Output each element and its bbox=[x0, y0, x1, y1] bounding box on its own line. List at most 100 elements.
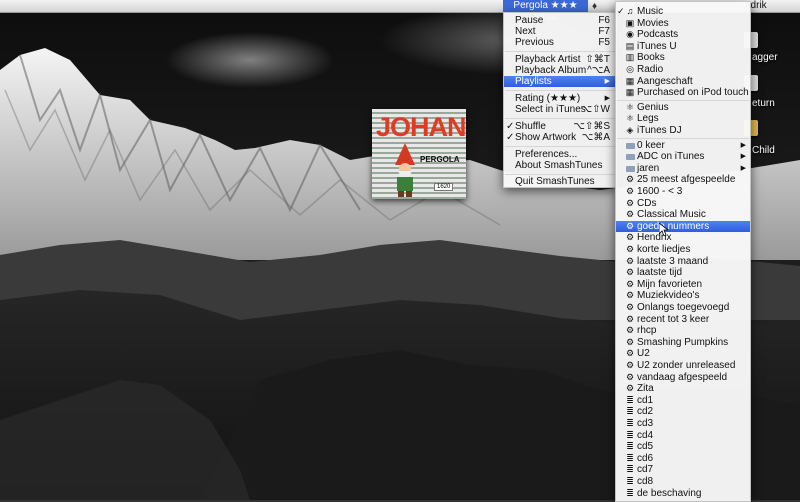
submenu-arrow-icon: ▶ bbox=[604, 95, 610, 102]
smart-playlist-icon: ⚙ bbox=[625, 302, 635, 312]
playlist-item-label: Mijn favorieten bbox=[637, 278, 703, 290]
smart-playlist-icon: ⚙ bbox=[625, 267, 635, 278]
playlist-item[interactable]: ⚙ Smashing Pumpkins bbox=[616, 337, 750, 349]
menu-separator bbox=[505, 146, 615, 147]
genius-icon: ⚛ bbox=[625, 113, 635, 124]
playlist-item-label: 0 keer bbox=[637, 139, 665, 151]
playlist-item[interactable]: ⚙ Muziekvideo's bbox=[616, 290, 750, 302]
playlist-item-label: cd4 bbox=[637, 429, 654, 441]
playlist-item-label: Classical Music bbox=[637, 209, 706, 221]
playlist-item[interactable]: ⚛ Legs bbox=[616, 113, 750, 125]
playlist-item-label: Aangeschaft bbox=[637, 75, 693, 87]
smart-playlist-icon: ⚙ bbox=[625, 313, 635, 324]
playlist-item-label: cd8 bbox=[637, 476, 654, 487]
playlist-item[interactable]: ≣ cd7 bbox=[616, 464, 750, 476]
smart-playlist-icon: ⚙ bbox=[625, 186, 635, 196]
playlist-item-label: vandaag afgespeeld bbox=[637, 371, 728, 383]
checkmark-icon: ✓ bbox=[506, 132, 515, 143]
playlist-item[interactable]: ⚙ U2 bbox=[616, 348, 750, 360]
playlist-item[interactable]: ⚙ goede nummers bbox=[616, 220, 750, 233]
playlist-item[interactable]: ◎ Radio bbox=[616, 64, 750, 76]
playlist-item[interactable]: ⚙ U2 zonder unreleased bbox=[616, 360, 750, 372]
playlist-item-label: cd2 bbox=[637, 406, 654, 418]
playlist-item[interactable]: ⚙ Zita bbox=[616, 383, 750, 395]
playlist-item[interactable]: ◈ iTunes DJ bbox=[616, 125, 750, 137]
playlist-item[interactable]: ▦ Aangeschaft bbox=[616, 76, 750, 88]
playlist-icon: ≣ bbox=[626, 452, 634, 463]
playlist-item[interactable]: ≣ cd5 bbox=[616, 441, 750, 453]
menu-item-playback-artist[interactable]: Playback Artist ⇧⌘T bbox=[504, 54, 616, 65]
playlist-item[interactable]: ≣ cd3 bbox=[616, 418, 750, 430]
smart-playlist-icon: ⚙ bbox=[625, 197, 635, 208]
menu-item-playback-album[interactable]: Playback Album ^⌥A bbox=[504, 65, 616, 76]
playlist-item[interactable]: ADC on iTunes ▶ bbox=[616, 151, 750, 163]
playlist-item[interactable]: ⚙ vandaag afgespeeld bbox=[616, 372, 750, 384]
smart-playlist-icon: ⚙ bbox=[625, 348, 635, 359]
playlist-item-label: Muziekvideo's bbox=[637, 290, 700, 302]
playlist-item[interactable]: ⚙ laatste tijd bbox=[616, 267, 750, 279]
smart-playlist-icon: ⚙ bbox=[625, 255, 635, 266]
playlist-item[interactable]: ⚙ CDs bbox=[616, 198, 750, 210]
smart-playlist-icon: ⚙ bbox=[625, 383, 635, 394]
playlist-item[interactable]: ▤ iTunes U bbox=[616, 41, 750, 53]
garden-gnome-image bbox=[395, 143, 415, 197]
playlist-item[interactable]: ✓ ♫ Music bbox=[616, 6, 750, 18]
menu-item-show-artwork[interactable]: ✓ Show Artwork ⌥⌘A bbox=[504, 132, 616, 143]
smashtunes-status-item[interactable]: Pergola ★★★ Johan bbox=[503, 0, 588, 23]
playlist-item[interactable]: jaren ▶ bbox=[616, 163, 750, 175]
menu-separator bbox=[505, 118, 615, 119]
playlist-item[interactable]: ≣ cd8 bbox=[616, 476, 750, 488]
playlist-item[interactable]: ≣ cd1 bbox=[616, 395, 750, 407]
playlist-item[interactable]: ⚙ Classical Music bbox=[616, 209, 750, 221]
playlist-item[interactable]: 0 keer ▶ bbox=[616, 140, 750, 152]
submenu-arrow-icon: ▶ bbox=[604, 78, 610, 85]
playlist-item-label: jaren bbox=[637, 162, 660, 174]
menu-item-rating[interactable]: Rating (★★★) ▶ bbox=[504, 93, 616, 104]
playlist-item[interactable]: ⚙ Onlangs toegevoegd bbox=[616, 302, 750, 314]
playlist-item[interactable]: ▣ Movies bbox=[616, 18, 750, 30]
menu-item-shuffle[interactable]: ✓ Shuffle ⌥⇧⌘S bbox=[504, 121, 616, 132]
playlist-item[interactable]: ⚙ 25 meest afgespeelde bbox=[616, 174, 750, 186]
playlist-item[interactable]: ≣ cd2 bbox=[616, 406, 750, 418]
podcast-icon: ◉ bbox=[626, 29, 634, 40]
playlist-item-label: Podcasts bbox=[637, 29, 679, 41]
menu-item-pause[interactable]: Pause F6 bbox=[504, 15, 616, 26]
twitter-icon[interactable]: ♦ bbox=[592, 1, 597, 12]
menu-item-preferences[interactable]: Preferences... bbox=[504, 149, 616, 160]
album-subtitle: PERGOLA bbox=[420, 155, 460, 164]
menu-item-quit[interactable]: Quit SmashTunes bbox=[504, 176, 616, 187]
playlist-item[interactable]: ⚙ korte liedjes bbox=[616, 244, 750, 256]
playlist-item[interactable]: ≣ de beschaving bbox=[616, 488, 750, 500]
playlist-item[interactable]: ▥ Books bbox=[616, 52, 750, 64]
menu-item-select-in-itunes[interactable]: Select in iTunes ⌥⇧W bbox=[504, 104, 616, 115]
menu-item-next[interactable]: Next F7 bbox=[504, 26, 616, 37]
playlist-item[interactable]: ⚙ laatste 3 maand bbox=[616, 256, 750, 268]
playlist-item-label: cd7 bbox=[637, 464, 654, 476]
menu-item-previous[interactable]: Previous F5 bbox=[504, 37, 616, 48]
playlist-item[interactable]: ⚙ recent tot 3 keer bbox=[616, 314, 750, 326]
movie-icon: ▣ bbox=[625, 17, 635, 28]
playlist-item-label: cd6 bbox=[637, 452, 654, 464]
playlist-item-label: laatste tijd bbox=[637, 267, 683, 279]
smart-playlist-icon: ⚙ bbox=[625, 325, 635, 336]
album-artwork: JOHAN PERGOLA 1620 bbox=[372, 109, 466, 199]
playlist-icon: ≣ bbox=[626, 418, 634, 428]
playlist-icon: ≣ bbox=[626, 464, 634, 475]
playlist-item[interactable]: ⚙ Mijn favorieten bbox=[616, 279, 750, 291]
playlist-item-label: korte liedjes bbox=[637, 244, 691, 255]
playlist-item[interactable]: ⚙ 1600 - < 3 bbox=[616, 186, 750, 198]
submenu-arrow-icon: ▶ bbox=[740, 141, 746, 149]
playlist-item-label: laatste 3 maand bbox=[637, 255, 709, 267]
playlist-icon: ≣ bbox=[626, 487, 634, 498]
playlist-item[interactable]: ▦ Purchased on iPod touch bbox=[616, 87, 750, 99]
playlist-item[interactable]: ≣ cd6 bbox=[616, 453, 750, 465]
playlist-icon: ≣ bbox=[626, 441, 634, 452]
playlist-item[interactable]: ⚙ Hendrix bbox=[616, 232, 750, 244]
playlist-item[interactable]: ◉ Podcasts bbox=[616, 29, 750, 41]
menu-item-about[interactable]: About SmashTunes bbox=[504, 160, 616, 171]
playlist-item[interactable]: ⚙ rhcp bbox=[616, 325, 750, 337]
playlist-item[interactable]: ≣ cd4 bbox=[616, 430, 750, 442]
menu-separator bbox=[617, 137, 749, 139]
playlist-item[interactable]: ⚛ Genius bbox=[616, 102, 750, 114]
menu-item-playlists[interactable]: Playlists ▶ bbox=[504, 76, 616, 87]
